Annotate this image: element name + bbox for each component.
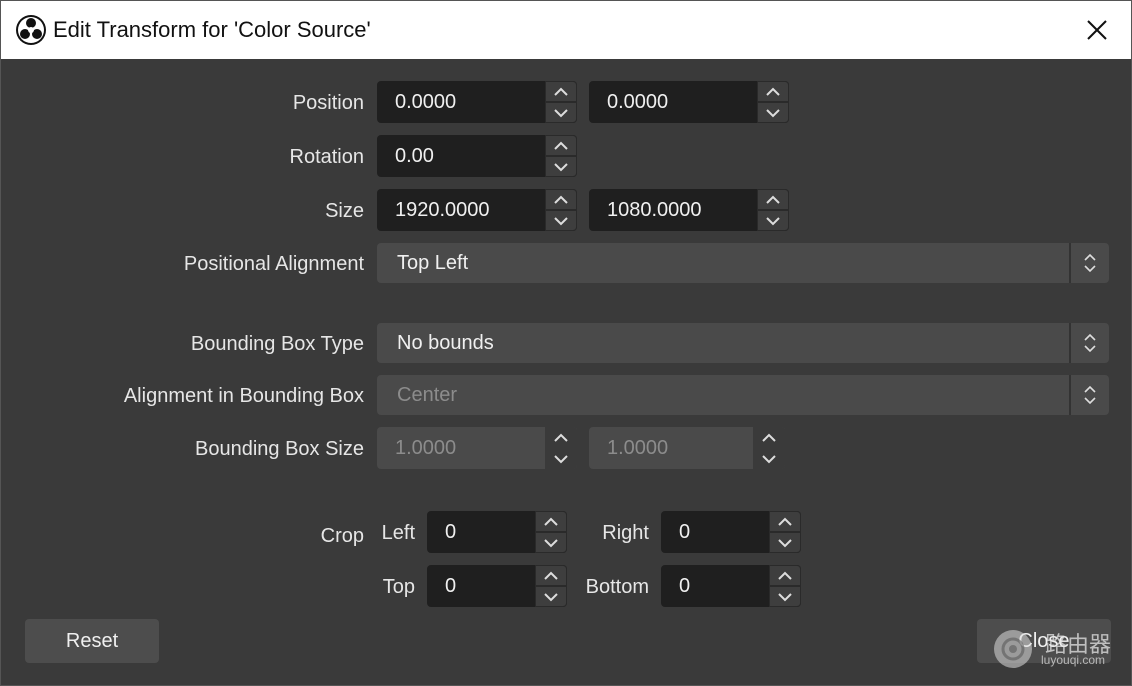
crop-left-increment-button[interactable] (535, 511, 567, 532)
crop-top-input[interactable]: 0 (427, 565, 567, 607)
position-y-increment-button[interactable] (757, 81, 789, 102)
position-y-decrement-button[interactable] (757, 102, 789, 123)
chevron-down-icon (554, 108, 568, 117)
crop-bottom-increment-button[interactable] (769, 565, 801, 586)
watermark: 路由器 luyouqi.com (993, 625, 1123, 675)
chevron-down-icon (554, 162, 568, 171)
close-window-button[interactable] (1073, 10, 1121, 50)
crop-top-value: 0 (445, 575, 457, 597)
chevron-down-icon (762, 454, 776, 463)
edit-transform-dialog: Edit Transform for 'Color Source' Positi… (0, 0, 1132, 686)
updown-chevron-icon (1069, 323, 1109, 363)
crop-bottom-decrement-button[interactable] (769, 586, 801, 607)
bounding-box-type-value: No bounds (397, 332, 494, 354)
chevron-down-icon (554, 216, 568, 225)
chevron-up-icon (778, 571, 792, 580)
bounding-box-height-input[interactable]: 1.0000 (589, 427, 785, 469)
chevron-down-icon (766, 108, 780, 117)
positional-alignment-label: Positional Alignment (183, 253, 364, 275)
chevron-up-icon (554, 433, 568, 442)
crop-bottom-value: 0 (679, 575, 691, 597)
size-height-decrement-button[interactable] (757, 210, 789, 231)
reset-button[interactable]: Reset (25, 619, 159, 663)
size-height-increment-button[interactable] (757, 189, 789, 210)
chevron-down-icon (544, 538, 558, 547)
bounding-box-height-increment-button[interactable] (753, 427, 785, 448)
chevron-up-icon (762, 433, 776, 442)
chevron-down-icon (554, 454, 568, 463)
window-title: Edit Transform for 'Color Source' (53, 17, 371, 42)
crop-right-increment-button[interactable] (769, 511, 801, 532)
crop-left-value: 0 (445, 521, 457, 543)
size-width-value: 1920.0000 (395, 199, 490, 221)
crop-right-input[interactable]: 0 (661, 511, 801, 553)
crop-right-value: 0 (679, 521, 691, 543)
chevron-up-icon (766, 195, 780, 204)
bounding-box-type-label: Bounding Box Type (190, 333, 364, 355)
crop-top-increment-button[interactable] (535, 565, 567, 586)
position-x-value: 0.0000 (395, 91, 457, 113)
chevron-down-icon (778, 592, 792, 601)
chevron-up-icon (544, 517, 558, 526)
crop-right-label: Right (602, 522, 649, 544)
rotation-label: Rotation (289, 146, 365, 168)
bounding-box-width-decrement-button[interactable] (545, 448, 577, 469)
position-x-increment-button[interactable] (545, 81, 577, 102)
crop-label: Crop (320, 525, 364, 547)
bounding-box-size-label: Bounding Box Size (194, 438, 364, 460)
obs-logo-icon (15, 14, 47, 46)
position-label: Position (292, 92, 364, 114)
crop-bottom-label: Bottom (585, 576, 649, 598)
position-y-value: 0.0000 (607, 91, 669, 113)
bounding-box-height-decrement-button[interactable] (753, 448, 785, 469)
chevron-up-icon (554, 87, 568, 96)
size-height-value: 1080.0000 (607, 199, 702, 221)
alignment-in-bounding-box-value: Center (397, 384, 458, 406)
size-width-increment-button[interactable] (545, 189, 577, 210)
rotation-decrement-button[interactable] (545, 156, 577, 177)
bounding-box-type-select[interactable]: No bounds (377, 323, 1109, 363)
rotation-value: 0.00 (395, 145, 434, 167)
crop-left-input[interactable]: 0 (427, 511, 567, 553)
chevron-up-icon (778, 517, 792, 526)
updown-chevron-icon (1069, 243, 1109, 283)
size-width-input[interactable]: 1920.0000 (377, 189, 577, 231)
position-y-input[interactable]: 0.0000 (589, 81, 789, 123)
close-icon (1087, 20, 1107, 40)
chevron-up-icon (554, 195, 568, 204)
size-height-input[interactable]: 1080.0000 (589, 189, 789, 231)
bounding-box-width-increment-button[interactable] (545, 427, 577, 448)
bounding-box-height-value: 1.0000 (607, 437, 669, 459)
rotation-increment-button[interactable] (545, 135, 577, 156)
updown-chevron-icon (1069, 375, 1109, 415)
chevron-down-icon (778, 538, 792, 547)
watermark-url: luyouqi.com (1041, 653, 1106, 667)
crop-top-decrement-button[interactable] (535, 586, 567, 607)
title-bar: Edit Transform for 'Color Source' (1, 1, 1131, 59)
position-x-input[interactable]: 0.0000 (377, 81, 577, 123)
crop-left-decrement-button[interactable] (535, 532, 567, 553)
bounding-box-width-value: 1.0000 (395, 437, 457, 459)
alignment-in-bounding-box-select[interactable]: Center (377, 375, 1109, 415)
crop-top-label: Top (382, 576, 415, 598)
position-x-decrement-button[interactable] (545, 102, 577, 123)
alignment-in-bounding-box-label: Alignment in Bounding Box (123, 385, 364, 407)
chevron-up-icon (544, 571, 558, 580)
chevron-up-icon (766, 87, 780, 96)
size-label: Size (325, 200, 364, 222)
chevron-down-icon (766, 216, 780, 225)
positional-alignment-value: Top Left (397, 252, 469, 274)
rotation-input[interactable]: 0.00 (377, 135, 577, 177)
bounding-box-width-input[interactable]: 1.0000 (377, 427, 577, 469)
positional-alignment-select[interactable]: Top Left (377, 243, 1109, 283)
chevron-up-icon (554, 141, 568, 150)
crop-left-label: Left (381, 522, 415, 544)
chevron-down-icon (544, 592, 558, 601)
crop-right-decrement-button[interactable] (769, 532, 801, 553)
crop-bottom-input[interactable]: 0 (661, 565, 801, 607)
size-width-decrement-button[interactable] (545, 210, 577, 231)
